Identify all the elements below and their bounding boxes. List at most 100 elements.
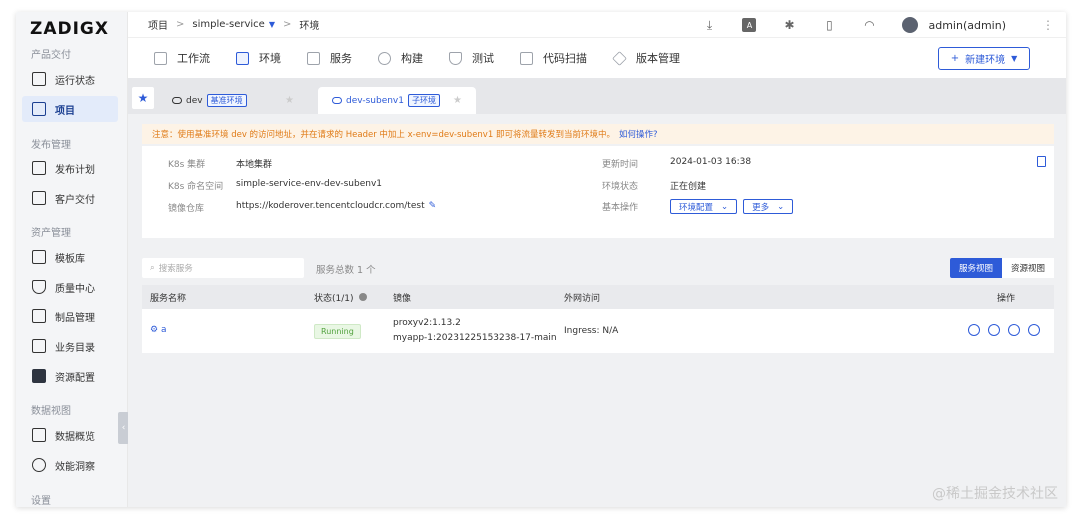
sidebar-item-templates[interactable]: 模板库 xyxy=(22,244,118,270)
resource-view-button[interactable]: 资源视图 xyxy=(1002,258,1054,278)
sidebar-item-customer-delivery[interactable]: 客户交付 xyxy=(22,185,118,211)
edit-icon[interactable]: ✎ xyxy=(429,201,437,214)
chevron-left-icon: ‹ xyxy=(121,423,126,433)
info-label: 更新时间 xyxy=(602,160,639,170)
tab-environment[interactable]: 环境 xyxy=(236,50,281,66)
history-icon[interactable] xyxy=(1028,324,1040,336)
workflow-icon xyxy=(154,51,167,65)
info-namespace: K8s 命名空间 simple-service-env-dev-subenv1 xyxy=(168,179,382,192)
upload-icon[interactable] xyxy=(968,324,980,336)
document-icon[interactable] xyxy=(1037,156,1046,167)
service-count: 服务总数 1 个 xyxy=(316,265,376,276)
user-name[interactable]: admin(admin) xyxy=(928,19,1006,32)
info-operations: 基本操作 环境配置 ⌄ 更多 ⌄ xyxy=(602,199,799,214)
tab-label: 工作流 xyxy=(177,52,210,65)
sidebar-item-label: 发布计划 xyxy=(55,164,95,176)
star-outline-icon[interactable]: ★ xyxy=(453,95,462,106)
tab-label: 服务 xyxy=(330,52,352,65)
sidebar-item-label: 模板库 xyxy=(55,253,85,265)
sidebar-section-assets: 资产管理 xyxy=(31,228,71,239)
tab-version[interactable]: 版本管理 xyxy=(612,50,680,66)
env-config-button[interactable]: 环境配置 ⌄ xyxy=(670,199,738,214)
column-header: 外网访问 xyxy=(564,293,601,304)
template-icon xyxy=(32,250,46,264)
info-label: 基本操作 xyxy=(602,203,639,213)
sidebar-item-label: 运行状态 xyxy=(55,75,95,87)
more-button[interactable]: 更多 ⌄ xyxy=(743,199,794,214)
service-search-input[interactable]: ⌕ 搜索服务 xyxy=(142,258,304,278)
logo: ZADIGX xyxy=(30,19,109,39)
download-icon[interactable]: ⤓ xyxy=(702,18,716,32)
info-value: 2024-01-03 16:38 xyxy=(670,157,752,167)
how-to-link[interactable]: 如何操作? xyxy=(619,128,658,140)
breadcrumb: 项目 > simple-service ▼ > 环境 xyxy=(148,17,319,32)
tab-test[interactable]: 测试 xyxy=(449,50,494,66)
env-tab-dev-subenv1[interactable]: dev-subenv1 子环境 ★ xyxy=(318,87,476,114)
env-badge: 基准环境 xyxy=(206,94,247,107)
info-value: 正在创建 xyxy=(670,182,707,192)
env-tab-dev[interactable]: dev 基准环境 ★ xyxy=(158,87,308,114)
search-placeholder: 搜索服务 xyxy=(158,264,193,274)
more-label: 更多 xyxy=(752,202,770,213)
env-tab-name: dev-subenv1 xyxy=(346,95,404,106)
service-table: 服务名称 状态(1/1) 镜像 外网访问 操作 ⚙ a Running prox… xyxy=(142,285,1054,353)
breadcrumb-project[interactable]: simple-service xyxy=(192,19,264,30)
tab-code-scan[interactable]: 代码扫描 xyxy=(520,50,587,66)
star-outline-icon[interactable]: ★ xyxy=(285,95,294,106)
sidebar-item-project[interactable]: 项目 xyxy=(22,96,118,122)
catalog-icon xyxy=(32,339,46,353)
sidebar-item-release-plan[interactable]: 发布计划 xyxy=(22,155,118,181)
sidebar-item-catalog[interactable]: 业务目录 xyxy=(22,333,118,359)
sidebar-item-insights[interactable]: 效能洞察 xyxy=(22,452,118,478)
service-name-link[interactable]: ⚙ a xyxy=(150,325,166,335)
sidebar-section-data: 数据视图 xyxy=(31,406,71,417)
service-icon: ⚙ xyxy=(150,325,159,335)
project-nav-tabs: 工作流 环境 服务 构建 测试 代码扫描 版本管理 + 新建环境 ▼ xyxy=(128,39,1066,77)
help-icon[interactable] xyxy=(359,292,368,301)
flask-icon xyxy=(32,280,46,294)
environment-tabs: ★ dev 基准环境 ★ dev-subenv1 子环境 ★ xyxy=(128,78,1066,114)
sidebar-section-release: 发布管理 xyxy=(31,140,71,151)
service-view-button[interactable]: 服务视图 xyxy=(950,258,1002,278)
refresh-icon[interactable] xyxy=(988,324,1000,336)
service-name: a xyxy=(160,325,167,335)
more-vertical-icon[interactable]: ⋮ xyxy=(1042,18,1054,32)
sidebar-item-data-overview[interactable]: 数据概览 xyxy=(22,422,118,448)
avatar[interactable] xyxy=(902,17,919,33)
breadcrumb-separator: > xyxy=(176,19,185,30)
env-badge: 子环境 xyxy=(407,94,440,107)
top-toolbar: ⤓ A ✱ ▯ ◠ admin(admin) ⋮ xyxy=(702,12,1066,38)
column-header: 服务名称 xyxy=(150,293,187,304)
restart-icon[interactable] xyxy=(1008,324,1020,336)
bell-icon[interactable]: ◠ xyxy=(862,18,876,32)
sidebar-item-artifacts[interactable]: 制品管理 xyxy=(22,303,118,329)
table-header: 服务名称 状态(1/1) 镜像 外网访问 操作 xyxy=(142,285,1054,309)
plugin-icon[interactable]: ✱ xyxy=(782,18,796,32)
plan-icon xyxy=(32,161,46,175)
sidebar-item-quality[interactable]: 质量中心 xyxy=(22,274,118,300)
sidebar-item-label: 客户交付 xyxy=(55,194,95,206)
info-label: 环境状态 xyxy=(602,182,639,192)
new-environment-button[interactable]: + 新建环境 ▼ xyxy=(938,47,1030,70)
cloud-icon xyxy=(332,97,342,104)
new-environment-label: 新建环境 xyxy=(965,55,1006,66)
sidebar: ZADIGX 产品交付 运行状态 项目 发布管理 发布计划 客户交付 资产管理 … xyxy=(16,12,128,507)
chevron-down-icon[interactable]: ▼ xyxy=(269,20,275,29)
translate-icon[interactable]: A xyxy=(742,18,757,32)
status-badge: Running xyxy=(314,324,361,339)
tab-build[interactable]: 构建 xyxy=(378,50,423,66)
star-icon[interactable]: ★ xyxy=(132,87,154,109)
sidebar-item-resources[interactable]: 资源配置 xyxy=(22,363,118,389)
sidebar-item-label: 质量中心 xyxy=(55,283,95,295)
book-icon[interactable]: ▯ xyxy=(822,18,836,32)
pulse-icon xyxy=(32,72,46,86)
tab-label: 构建 xyxy=(401,52,423,65)
artifact-icon xyxy=(32,309,46,323)
tab-workflow[interactable]: 工作流 xyxy=(154,50,210,66)
chevron-down-icon: ▼ xyxy=(1011,54,1018,63)
tab-service[interactable]: 服务 xyxy=(307,50,352,66)
info-value: 本地集群 xyxy=(236,160,273,170)
breadcrumb-root[interactable]: 项目 xyxy=(148,17,168,32)
sidebar-item-run-status[interactable]: 运行状态 xyxy=(22,66,118,92)
service-icon xyxy=(307,51,320,65)
